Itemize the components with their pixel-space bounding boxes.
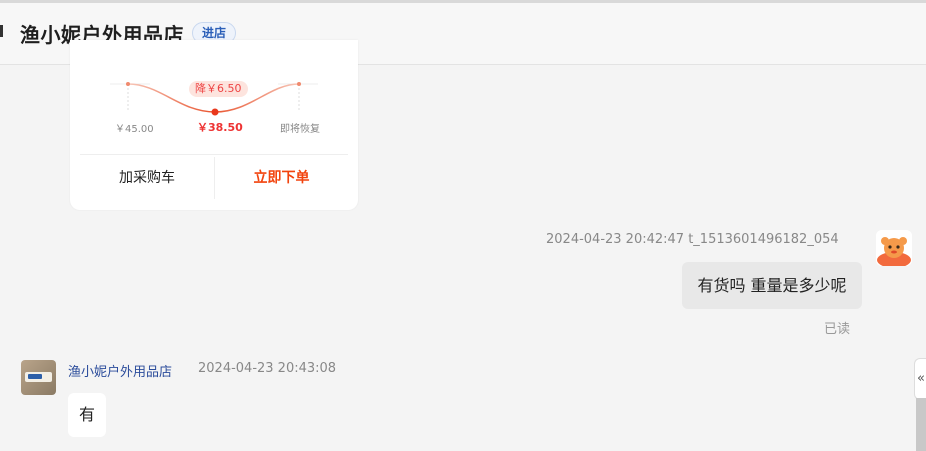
cartoon-avatar-icon <box>876 230 912 266</box>
shop-logo-icon <box>28 374 42 379</box>
price-drop-tag: 降￥6.50 <box>189 81 248 97</box>
restore-price-point <box>297 82 301 86</box>
sender-name[interactable]: 渔小妮户外用品店 <box>68 361 172 380</box>
price-trend-curve <box>110 82 318 116</box>
avatar[interactable] <box>876 230 912 266</box>
read-status: 已读 <box>824 322 851 337</box>
card-divider <box>80 154 348 155</box>
shop-avatar[interactable] <box>21 360 56 395</box>
header-edge-mark <box>0 25 3 37</box>
add-to-cart-button[interactable]: 加采购车 <box>80 158 214 198</box>
message-meta: 2024-04-23 20:42:47 t_1513601496182_054 <box>546 232 839 247</box>
message-time: 2024-04-23 20:43:08 <box>198 361 337 376</box>
product-card: 降￥6.50 ￥45.00 ￥38.50 即将恢复 加采购车 立即下单 <box>70 40 358 210</box>
original-price: ￥45.00 <box>115 124 154 135</box>
current-price-point <box>211 108 219 116</box>
buy-now-button[interactable]: 立即下单 <box>215 158 348 198</box>
scrollbar[interactable] <box>916 398 926 451</box>
current-price: ￥38.50 <box>197 121 243 134</box>
message-bubble: 有货吗 重量是多少呢 <box>682 262 862 309</box>
collapse-panel-icon[interactable]: « <box>914 358 926 400</box>
message-bubble: 有 <box>68 393 106 437</box>
restore-label: 即将恢复 <box>280 124 320 135</box>
original-price-point <box>126 82 130 86</box>
